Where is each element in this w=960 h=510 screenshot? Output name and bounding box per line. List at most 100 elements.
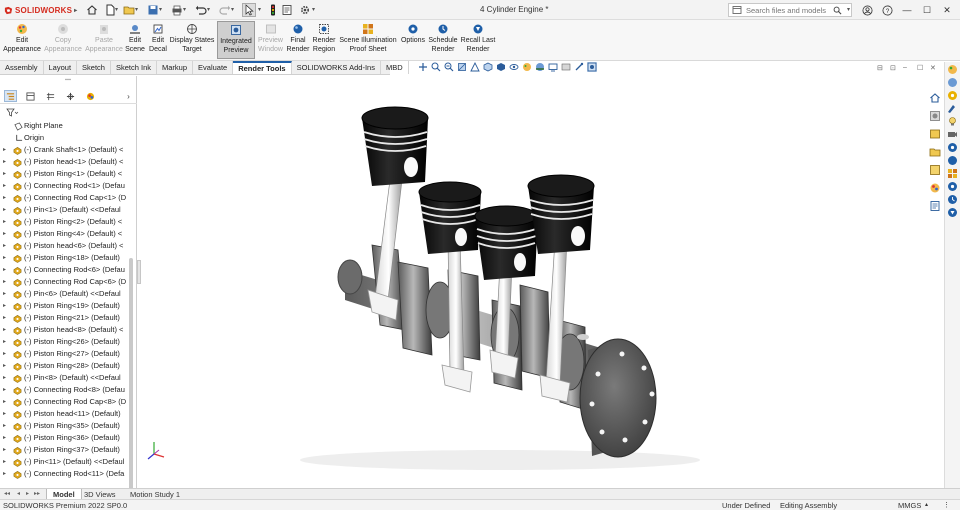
- edit-appearance-hud-icon[interactable]: [522, 62, 532, 72]
- custom-properties-icon[interactable]: [929, 200, 941, 212]
- tree-item[interactable]: ▸ (-) Piston Ring<35> (Default): [0, 420, 128, 432]
- user-account-icon[interactable]: [860, 3, 874, 17]
- scene-illumination-pane-icon[interactable]: [947, 168, 958, 179]
- save-dropdown-chevron-icon[interactable]: ▾: [159, 6, 165, 14]
- expand-chevron-icon[interactable]: ▸: [3, 408, 6, 420]
- search-dropdown-chevron-icon[interactable]: ▾: [847, 6, 850, 13]
- view-settings-icon[interactable]: [548, 62, 558, 72]
- expand-chevron-icon[interactable]: ▸: [3, 420, 6, 432]
- realview-graphics-icon[interactable]: [561, 62, 571, 72]
- view-orientation-icon[interactable]: [483, 62, 493, 72]
- engine-assembly-model[interactable]: [141, 76, 927, 488]
- tab-markup[interactable]: Markup: [157, 61, 194, 74]
- tab-render-tools[interactable]: Render Tools: [233, 61, 292, 74]
- expand-chevron-icon[interactable]: ▸: [3, 324, 6, 336]
- appearances-scenes-decals-icon[interactable]: [929, 182, 941, 194]
- tab-sketch-ink[interactable]: Sketch Ink: [111, 61, 158, 74]
- tree-item[interactable]: ▸ (-) Pin<8> (Default) <<Defaul: [0, 372, 128, 384]
- redo-dropdown-chevron-icon[interactable]: ▾: [231, 6, 237, 14]
- propertymanager-tab-icon[interactable]: [24, 90, 37, 102]
- expand-chevron-icon[interactable]: ▸: [3, 348, 6, 360]
- display-states-target-button[interactable]: Display States Target: [170, 21, 214, 59]
- schedule-pane-icon[interactable]: [947, 194, 958, 205]
- file-properties-icon[interactable]: [280, 3, 294, 17]
- save-icon[interactable]: [146, 3, 160, 17]
- tab-solidworks-add-ins[interactable]: SOLIDWORKS Add-Ins: [292, 61, 381, 74]
- viewport-restore-icon[interactable]: ⊡: [890, 64, 896, 72]
- tree-item[interactable]: ▸ (-) Crank Shaft<1> (Default) <: [0, 144, 128, 156]
- cameras-pane-icon[interactable]: [947, 129, 958, 140]
- home-view-icon[interactable]: [929, 92, 941, 104]
- viewport-minimize-icon[interactable]: –: [903, 64, 907, 71]
- tree-item[interactable]: ▸ (-) Piston head<1> (Default) <: [0, 156, 128, 168]
- schedule-render-button[interactable]: Schedule Render: [428, 21, 458, 59]
- tree-item[interactable]: ▸ (-) Piston Ring<18> (Default): [0, 252, 128, 264]
- search-input[interactable]: [746, 5, 834, 15]
- expand-chevron-icon[interactable]: ▸: [3, 288, 6, 300]
- viewport-split-icon[interactable]: ⊟: [877, 64, 883, 72]
- design-library-icon[interactable]: [929, 128, 941, 140]
- edit-appearance-button[interactable]: Edit Appearance: [2, 21, 42, 59]
- expand-chevron-icon[interactable]: ▸: [3, 360, 6, 372]
- expand-chevron-icon[interactable]: ▸: [3, 396, 6, 408]
- customize-status-bar-icon[interactable]: ⋮: [943, 500, 950, 510]
- tree-item[interactable]: ▸ (-) Piston head<11> (Default): [0, 408, 128, 420]
- home-icon[interactable]: [85, 3, 99, 17]
- apply-scene-pane-icon[interactable]: [947, 64, 958, 75]
- expand-chevron-icon[interactable]: ▸: [3, 144, 6, 156]
- scene-illumination-proof-sheet-button[interactable]: Scene Illumination Proof Sheet: [338, 21, 398, 59]
- viewport-maximize-icon[interactable]: ☐: [917, 64, 923, 72]
- open-dropdown-chevron-icon[interactable]: ▾: [135, 6, 141, 14]
- tab-sketch[interactable]: Sketch: [77, 61, 111, 74]
- tab-assembly[interactable]: Assembly: [0, 61, 44, 74]
- tree-item[interactable]: ▸ (-) Connecting Rod<6> (Defau: [0, 264, 128, 276]
- dimxpert-tab-icon[interactable]: [64, 90, 77, 102]
- edit-appearance-pane-icon[interactable]: [947, 103, 958, 114]
- expand-chevron-icon[interactable]: ▸: [3, 468, 6, 480]
- final-render-button[interactable]: Final Render: [286, 21, 310, 59]
- tree-item[interactable]: ▸ (-) Connecting Rod Cap<1> (D: [0, 192, 128, 204]
- expand-chevron-icon[interactable]: ▸: [3, 336, 6, 348]
- units-dropdown-chevron-icon[interactable]: ▴: [925, 500, 928, 510]
- new-dropdown-chevron-icon[interactable]: ▾: [115, 6, 121, 14]
- file-explorer-icon[interactable]: [929, 146, 941, 158]
- expand-chevron-icon[interactable]: ▸: [3, 432, 6, 444]
- photoview-pane-icon[interactable]: [947, 155, 958, 166]
- tree-item[interactable]: ▸ (-) Piston Ring<28> (Default): [0, 360, 128, 372]
- render-region-button[interactable]: Render Region: [312, 21, 336, 59]
- render-preview-toggle-icon[interactable]: [587, 62, 597, 72]
- search-box[interactable]: ▾: [728, 3, 852, 17]
- expand-chevron-icon[interactable]: ▸: [3, 204, 6, 216]
- rendering-pane-icon[interactable]: [947, 77, 958, 88]
- lights-pane-icon[interactable]: [947, 116, 958, 127]
- configurationmanager-tab-icon[interactable]: [44, 90, 57, 102]
- expand-chevron-icon[interactable]: ▸: [3, 444, 6, 456]
- expand-chevron-icon[interactable]: ▸: [3, 180, 6, 192]
- tree-item[interactable]: ▸ (-) Pin<1> (Default) <<Defaul: [0, 204, 128, 216]
- solidworks-logo[interactable]: SOLIDWORKS ▸: [4, 5, 77, 15]
- tree-item[interactable]: ▸ (-) Pin<11> (Default) <<Defaul: [0, 456, 128, 468]
- filter-icon[interactable]: [4, 107, 132, 118]
- tree-item[interactable]: ▸ (-) Connecting Rod Cap<6> (D: [0, 276, 128, 288]
- tree-item[interactable]: ▸ (-) Pin<6> (Default) <<Defaul: [0, 288, 128, 300]
- rebuild-traffic-light-icon[interactable]: [266, 3, 280, 17]
- units-selector[interactable]: MMGS: [898, 500, 921, 510]
- tab-mbd[interactable]: MBD: [381, 61, 409, 74]
- undo-icon[interactable]: [194, 3, 208, 17]
- redo-icon[interactable]: [218, 3, 232, 17]
- expand-chevron-icon[interactable]: ▸: [3, 276, 6, 288]
- tree-item[interactable]: ▸ (-) Piston head<6> (Default) <: [0, 240, 128, 252]
- tree-item[interactable]: ▸ (-) Piston Ring<1> (Default) <: [0, 168, 128, 180]
- expand-chevron-icon[interactable]: ▸: [3, 300, 6, 312]
- recall-pane-icon[interactable]: [947, 207, 958, 218]
- apply-scene-icon[interactable]: [535, 62, 545, 72]
- expand-chevron-icon[interactable]: ▸: [3, 192, 6, 204]
- maximize-button[interactable]: ☐: [920, 3, 934, 17]
- tree-item[interactable]: ▸ (-) Piston Ring<19> (Default): [0, 300, 128, 312]
- tree-item[interactable]: ▸ (-) Connecting Rod Cap<8> (D: [0, 396, 128, 408]
- expand-chevron-icon[interactable]: ▸: [3, 228, 6, 240]
- edit-scene-button[interactable]: Edit Scene: [125, 21, 145, 59]
- search-icon[interactable]: [833, 6, 842, 15]
- tree-item[interactable]: ▸ (-) Piston Ring<21> (Default): [0, 312, 128, 324]
- paste-appearance-button[interactable]: Paste Appearance: [84, 21, 124, 59]
